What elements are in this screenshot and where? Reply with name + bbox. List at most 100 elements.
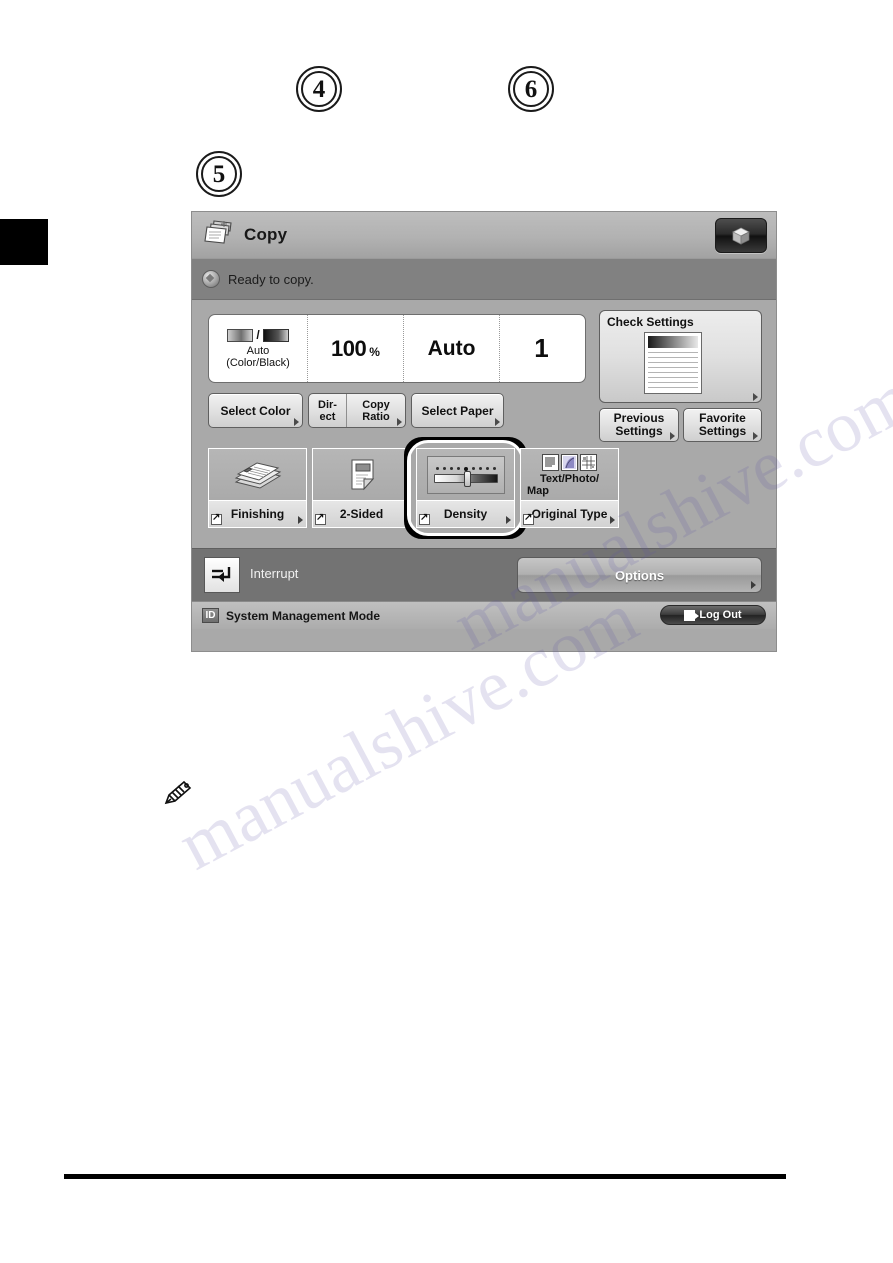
memory-settings-row: Previous Settings Favorite Settings — [599, 408, 762, 442]
previous-settings-line2: Settings — [615, 424, 663, 438]
original-type-value-line2: Map — [527, 485, 549, 497]
system-mode-label: System Management Mode — [226, 608, 381, 623]
copy-ratio-label-line2: Ratio — [362, 410, 390, 423]
copier-lcd-panel: Copy Ready to copy. / Auto (Color/Black)… — [191, 211, 777, 652]
log-out-label: Log Out — [699, 609, 742, 621]
finishing-label-area: Finishing — [209, 500, 306, 527]
density-button[interactable]: Density — [416, 448, 515, 528]
lcd-title-bar: Copy — [192, 212, 776, 259]
original-type-icon-area: Text/Photo/ Map — [521, 449, 618, 500]
step-callout-4-number: 4 — [312, 75, 326, 103]
interrupt-icon[interactable] — [204, 557, 240, 593]
chevron-right-icon — [610, 516, 615, 524]
chevron-right-icon — [495, 418, 500, 426]
density-label-area: Density — [417, 500, 514, 527]
cube-icon[interactable] — [715, 218, 767, 253]
lcd-body: / Auto (Color/Black) 100 % Auto 1 Select… — [192, 300, 776, 548]
function-buttons-row: Finishing ↗ 2-Sided ↗ Density ↗ Text/Pho… — [208, 437, 619, 539]
copy-ratio-button[interactable]: Copy Ratio — [347, 394, 405, 427]
pencil-icon — [160, 777, 196, 809]
settings-summary-box: / Auto (Color/Black) 100 % Auto 1 — [208, 314, 586, 383]
text-photo-map-icons — [542, 454, 597, 471]
chevron-right-icon — [294, 418, 299, 426]
expand-icon[interactable] — [419, 512, 430, 525]
text-icon — [542, 454, 559, 471]
density-label: Density — [443, 507, 488, 521]
copy-ratio-unit: % — [369, 344, 380, 359]
interrupt-bar: Interrupt Options — [192, 548, 776, 601]
color-mode-line1: Auto — [246, 344, 270, 357]
two-sided-label: 2-Sided — [339, 507, 384, 521]
density-button-wrapper: Density — [404, 437, 527, 539]
map-icon — [580, 454, 597, 471]
color-mode-line2: (Color/Black) — [226, 356, 290, 369]
select-paper-button[interactable]: Select Paper — [411, 393, 504, 428]
original-type-label-area: Original Type — [521, 500, 618, 527]
finishing-label: Finishing — [230, 507, 285, 521]
two-sided-label-area: 2-Sided — [313, 500, 410, 527]
original-type-value-line1: Text/Photo/ — [539, 473, 600, 485]
step-callout-6: 6 — [508, 66, 554, 112]
density-slider-thumb[interactable] — [463, 470, 471, 487]
favorite-settings-button[interactable]: Favorite Settings — [683, 408, 762, 442]
two-sided-button[interactable]: 2-Sided — [312, 448, 411, 528]
select-paper-label: Select Paper — [421, 403, 494, 418]
step-callout-5-number: 5 — [212, 160, 226, 188]
finishing-button[interactable]: Finishing — [208, 448, 307, 528]
color-black-gradient-swatch: / — [224, 328, 292, 342]
lcd-footer: ID System Management Mode Log Out — [192, 601, 776, 629]
expand-icon[interactable] — [523, 512, 534, 525]
chevron-right-icon — [298, 516, 303, 524]
expand-icon[interactable] — [211, 512, 222, 525]
stapled-stack-icon — [209, 449, 306, 500]
chevron-right-icon — [670, 432, 675, 440]
chevron-right-icon — [753, 432, 758, 440]
chevron-right-icon — [753, 393, 758, 401]
chevron-right-icon — [397, 418, 402, 426]
direct-label-line1: Dir- — [318, 398, 337, 411]
chevron-right-icon — [751, 581, 756, 589]
log-out-button[interactable]: Log Out — [660, 605, 766, 625]
density-tick-dots — [435, 466, 496, 471]
previous-settings-button[interactable]: Previous Settings — [599, 408, 679, 442]
summary-copy-count[interactable]: 1 — [499, 315, 583, 382]
status-message: Ready to copy. — [228, 271, 314, 287]
step-callout-5: 5 — [196, 151, 242, 197]
status-indicator-icon — [202, 270, 220, 288]
interrupt-label: Interrupt — [250, 566, 299, 581]
chevron-right-icon — [506, 516, 511, 524]
summary-color-mode[interactable]: / Auto (Color/Black) — [209, 315, 307, 382]
density-slider-track[interactable] — [433, 470, 498, 487]
step-callout-6-number: 6 — [524, 75, 538, 103]
document-preview-thumbnail — [644, 332, 702, 394]
page-bottom-rule — [64, 1174, 786, 1179]
original-type-label: Original Type — [531, 507, 608, 521]
expand-icon[interactable] — [315, 512, 326, 525]
step-callout-4: 4 — [296, 66, 342, 112]
original-type-button[interactable]: Text/Photo/ Map Original Type — [520, 448, 619, 528]
options-label: Options — [614, 567, 665, 583]
setting-buttons-row: Select Color Dir- ect Copy Ratio Select … — [208, 393, 504, 428]
photo-icon — [561, 454, 578, 471]
summary-paper-size[interactable]: Auto — [403, 315, 499, 382]
paper-size-value: Auto — [427, 336, 476, 360]
ratio-split-button: Dir- ect Copy Ratio — [308, 393, 406, 428]
check-settings-button[interactable]: Check Settings — [599, 310, 762, 403]
check-settings-label: Check Settings — [607, 315, 694, 329]
density-slider-icon — [417, 449, 514, 500]
page-title: Copy — [244, 225, 288, 244]
copy-ratio-label-line1: Copy — [362, 398, 390, 411]
select-color-label: Select Color — [220, 403, 291, 418]
options-button[interactable]: Options — [517, 557, 762, 593]
id-badge-icon: ID — [202, 608, 219, 623]
page-tab-marker — [0, 219, 48, 265]
select-color-button[interactable]: Select Color — [208, 393, 303, 428]
direct-label-line2: ect — [319, 410, 336, 423]
direct-ratio-button[interactable]: Dir- ect — [309, 394, 347, 427]
status-bar: Ready to copy. — [192, 259, 776, 300]
copy-documents-icon — [200, 218, 238, 252]
logout-arrow-icon — [684, 609, 700, 621]
summary-copy-ratio[interactable]: 100 % — [307, 315, 403, 382]
copy-count-value: 1 — [534, 333, 549, 363]
two-sided-page-icon — [313, 449, 410, 500]
